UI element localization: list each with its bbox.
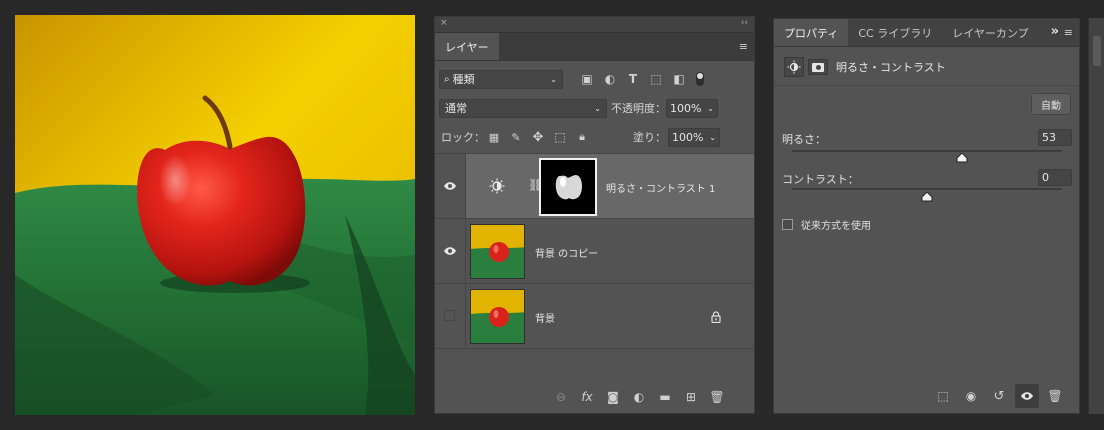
layers-footer: ⊖ fx ◙ ◐ ▬ ⊞ 🗑︎ xyxy=(435,385,754,409)
folder-icon[interactable]: ▬ xyxy=(654,390,676,404)
legacy-row: 従来方式を使用 xyxy=(782,217,871,232)
chevron-down-icon: ⌄ xyxy=(550,74,557,84)
layer-name[interactable]: 背景 のコピー xyxy=(535,245,598,260)
brightness-adjustment-icon xyxy=(489,178,505,198)
lock-image-icon[interactable]: ✎ xyxy=(509,131,523,144)
filter-pixel-icon[interactable]: ▣ xyxy=(580,72,594,86)
opacity-field[interactable]: 100% ⌄ xyxy=(666,98,718,118)
layer-name[interactable]: 明るさ・コントラスト 1 xyxy=(606,180,715,195)
contrast-value: 0 xyxy=(1042,171,1049,184)
tab-cc-libraries[interactable]: CC ライブラリ xyxy=(848,19,942,46)
contrast-label: コントラスト： xyxy=(782,173,859,186)
layer-mask-icon[interactable] xyxy=(808,59,828,75)
more-tabs-icon[interactable]: » xyxy=(1051,24,1059,39)
contrast-slider-track[interactable] xyxy=(792,188,1062,190)
mask-icon[interactable]: ◙ xyxy=(602,390,624,404)
reset-icon[interactable]: ↺ xyxy=(987,389,1011,404)
layers-list: ⛓︎ 明るさ・コントラスト 1 背景 のコピー 背景 xyxy=(435,153,754,383)
brightness-slider-track[interactable] xyxy=(792,150,1062,152)
opacity-label: 不透明度： xyxy=(611,102,666,115)
legacy-checkbox[interactable] xyxy=(782,218,793,230)
chevron-down-icon: ⌄ xyxy=(709,132,716,142)
eye-visibility-icon[interactable] xyxy=(443,244,457,258)
layer-name[interactable]: 背景 xyxy=(535,310,555,325)
close-panel-icon[interactable]: × xyxy=(440,18,448,28)
new-layer-icon[interactable]: ⊞ xyxy=(680,390,702,404)
tab-layers[interactable]: レイヤー xyxy=(435,33,499,60)
filter-toggle-icon[interactable] xyxy=(696,72,704,86)
blend-row: 通常 ⌄ 不透明度： 100% ⌄ xyxy=(439,98,751,118)
fill-field[interactable]: 100% ⌄ xyxy=(668,127,720,147)
lock-position-icon[interactable]: ✥ xyxy=(531,130,545,145)
layers-tabbar: レイヤー ≡ xyxy=(435,33,754,61)
apple-photo xyxy=(15,15,415,415)
properties-tabbar: プロパティ CC ライブラリ レイヤーカンプ » ≡ xyxy=(774,19,1079,47)
lock-artboard-icon[interactable]: ⬚ xyxy=(553,130,567,144)
brightness-label: 明るさ： xyxy=(782,133,826,146)
properties-footer: ⬚ ◉ ↺ 🗑︎ xyxy=(774,383,1079,409)
auto-button[interactable]: 自動 xyxy=(1031,93,1071,115)
tab-properties[interactable]: プロパティ xyxy=(774,19,849,46)
filter-kind-value: 種類 xyxy=(452,73,475,86)
properties-panel: プロパティ CC ライブラリ レイヤーカンプ » ≡ 明るさ・コントラスト 自動… xyxy=(773,18,1080,414)
blend-mode-select[interactable]: 通常 ⌄ xyxy=(439,98,607,118)
layers-panel: × ‹‹ レイヤー ≡ ⌕ 種類 ⌄ ▣ ◐ T ⬚ ◧ 通常 ⌄ 不透明度： … xyxy=(434,16,755,414)
tab-layer-comps[interactable]: レイヤーカンプ xyxy=(942,19,1038,46)
lock-all-icon[interactable]: 🔒︎ xyxy=(575,130,589,144)
panel-dock-edge[interactable] xyxy=(1088,18,1104,414)
filter-adjustment-icon[interactable]: ◐ xyxy=(603,72,617,86)
fill-label: 塗り： xyxy=(633,131,666,144)
panel-grip[interactable]: × ‹‹ xyxy=(435,17,754,33)
filter-shape-icon[interactable]: ⬚ xyxy=(649,72,663,86)
view-previous-icon[interactable]: ◉ xyxy=(959,389,983,403)
panel-menu-icon[interactable]: ≡ xyxy=(739,40,748,53)
fill-value: 100% xyxy=(672,130,704,144)
eye-visibility-icon[interactable] xyxy=(443,179,457,193)
visibility-icon[interactable] xyxy=(1015,384,1039,408)
panel-menu-icon[interactable]: ≡ xyxy=(1064,26,1073,39)
opacity-value: 100% xyxy=(670,101,702,115)
layer-row-brightness-contrast[interactable]: ⛓︎ 明るさ・コントラスト 1 xyxy=(435,154,754,219)
brightness-value: 53 xyxy=(1042,131,1056,144)
blend-mode-value: 通常 xyxy=(445,102,467,115)
lock-row: ロック： ▦ ✎ ✥ ⬚ 🔒︎ 塗り： 100% ⌄ xyxy=(441,127,751,147)
fx-icon[interactable]: fx xyxy=(576,390,598,404)
layer-thumbnail[interactable] xyxy=(470,289,525,344)
layer-filter-row: ⌕ 種類 ⌄ ▣ ◐ T ⬚ ◧ xyxy=(439,69,751,89)
lock-label: ロック： xyxy=(441,131,485,144)
layer-mask-thumbnail[interactable] xyxy=(539,158,597,216)
brightness-input[interactable]: 53 xyxy=(1038,129,1072,146)
chevron-down-icon: ⌄ xyxy=(594,103,601,113)
contrast-input[interactable]: 0 xyxy=(1038,169,1072,186)
layer-row-background[interactable]: 背景 xyxy=(435,284,754,349)
layer-lock-icon[interactable] xyxy=(711,308,721,327)
adjustment-icon[interactable]: ◐ xyxy=(628,390,650,404)
layer-row-background-copy[interactable]: 背景 のコピー xyxy=(435,219,754,284)
filter-type-icon[interactable]: T xyxy=(626,72,640,86)
search-icon: ⌕ xyxy=(444,73,450,85)
properties-title: 明るさ・コントラスト xyxy=(836,61,946,74)
collapse-panel-icon[interactable]: ‹‹ xyxy=(741,18,748,28)
brightness-adjustment-icon xyxy=(784,57,804,77)
lock-transparent-icon[interactable]: ▦ xyxy=(487,131,501,144)
trash-icon[interactable]: 🗑︎ xyxy=(1043,389,1067,403)
document-canvas[interactable] xyxy=(15,15,415,415)
trash-icon[interactable]: 🗑︎ xyxy=(706,390,728,404)
layer-thumbnail[interactable] xyxy=(470,224,525,279)
filter-smart-object-icon[interactable]: ◧ xyxy=(672,72,686,86)
clip-to-layer-icon[interactable]: ⬚ xyxy=(931,389,955,403)
properties-header: 明るさ・コントラスト xyxy=(784,56,1074,78)
legacy-label[interactable]: 従来方式を使用 xyxy=(801,217,871,232)
filter-kind-select[interactable]: ⌕ 種類 ⌄ xyxy=(439,69,563,89)
link-icon[interactable]: ⊖ xyxy=(550,390,572,404)
chevron-down-icon: ⌄ xyxy=(707,103,714,113)
visibility-off-box[interactable] xyxy=(444,310,455,321)
